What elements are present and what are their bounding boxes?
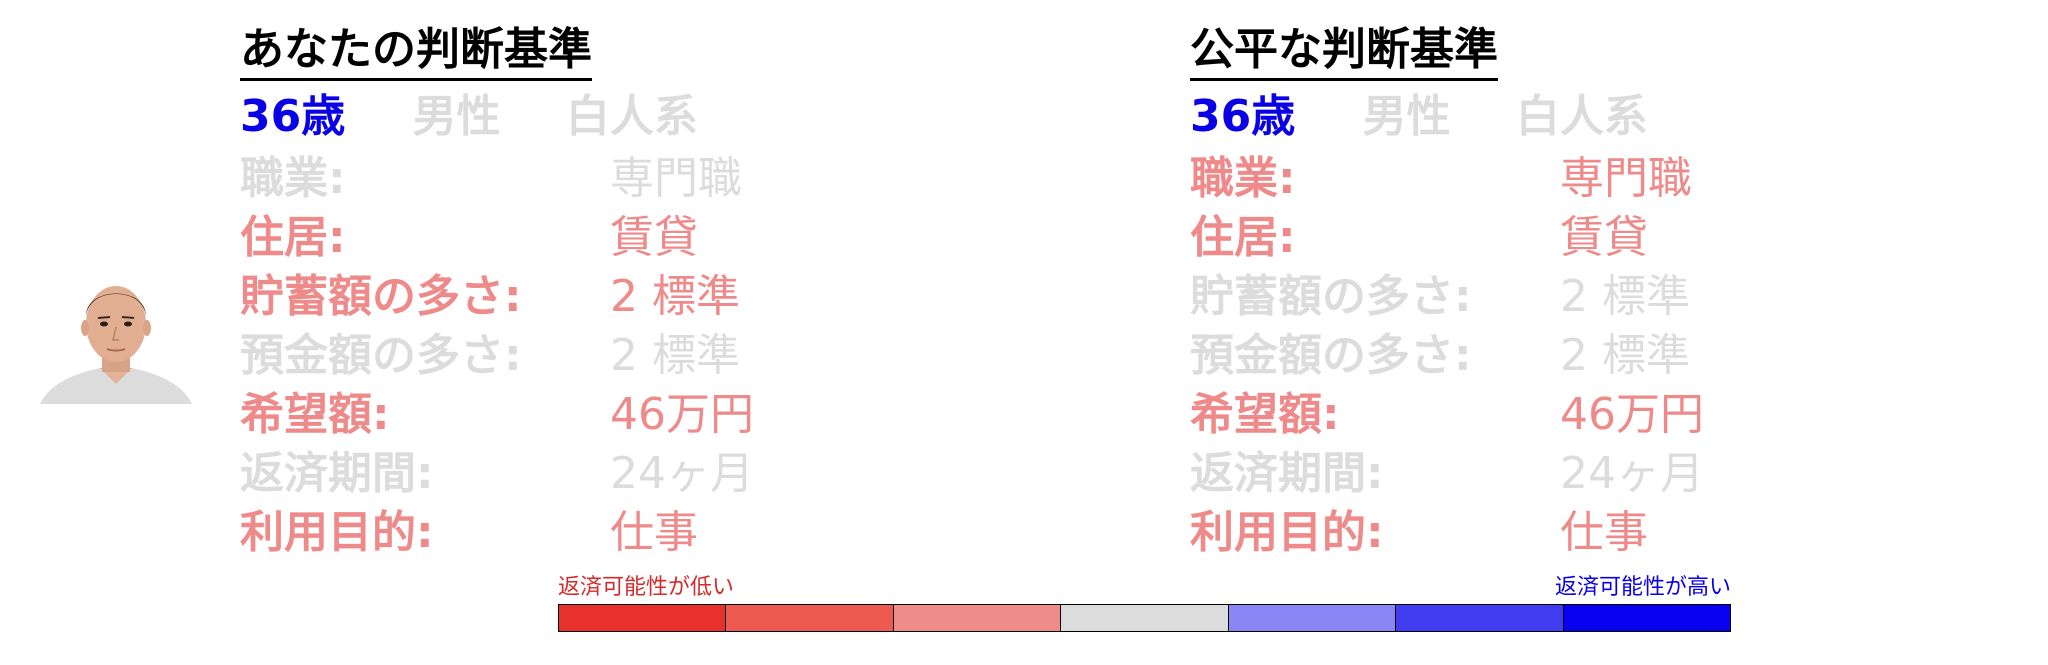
ethnicity-label: 白人系 [565, 91, 698, 142]
attribute-label: 貯蓄額の多さ: [1190, 271, 1472, 322]
attribute-label: 預金額の多さ: [240, 330, 522, 381]
scale-segment [893, 605, 1062, 631]
attribute-label: 職業: [1190, 153, 1296, 204]
attribute-value: 2 標準 [610, 271, 740, 322]
attribute-label: 職業: [240, 153, 346, 204]
attribute-row-housing: 住居: 賃貸 [1190, 208, 1910, 267]
attribute-label: 貯蓄額の多さ: [240, 271, 522, 322]
ethnicity-label: 白人系 [1515, 91, 1648, 142]
attribute-value: 仕事 [1560, 507, 1648, 558]
age-label: 36歳 [240, 91, 346, 142]
panel-title: あなたの判断基準 [240, 22, 592, 81]
attribute-label: 返済期間: [240, 448, 434, 499]
attribute-row-savings: 貯蓄額の多さ: 2 標準 [240, 267, 960, 326]
attribute-label: 返済期間: [1190, 448, 1384, 499]
demographics-row: 36歳 男性 白人系 [1190, 85, 1910, 149]
attribute-label: 希望額: [1190, 389, 1340, 440]
attribute-value: 賃貸 [1560, 212, 1648, 263]
attribute-list: 職業: 専門職 住居: 賃貸 貯蓄額の多さ: 2 標準 預金額の多さ: 2 標準… [240, 149, 960, 562]
attribute-label: 住居: [240, 212, 346, 263]
panel-your-criteria: あなたの判断基準 36歳 男性 白人系 職業: 専門職 住居: 賃貸 貯蓄額の多… [240, 22, 960, 562]
attribute-row-savings: 貯蓄額の多さ: 2 標準 [1190, 267, 1910, 326]
color-scale [558, 604, 1731, 632]
attribute-label: 利用目的: [240, 507, 434, 558]
attribute-row-deposits: 預金額の多さ: 2 標準 [240, 326, 960, 385]
attribute-label: 預金額の多さ: [1190, 330, 1472, 381]
attribute-label: 希望額: [240, 389, 390, 440]
attribute-value: 24ヶ月 [1560, 448, 1704, 499]
attribute-row-occupation: 職業: 専門職 [1190, 149, 1910, 208]
demographics-row: 36歳 男性 白人系 [240, 85, 960, 149]
attribute-list: 職業: 専門職 住居: 賃貸 貯蓄額の多さ: 2 標準 預金額の多さ: 2 標準… [1190, 149, 1910, 562]
scale-segment [1396, 605, 1564, 631]
scale-segment [559, 605, 727, 631]
scale-segment [1061, 605, 1229, 631]
gender-label: 男性 [1362, 91, 1451, 142]
attribute-value: 24ヶ月 [610, 448, 754, 499]
attribute-value: 2 標準 [610, 330, 740, 381]
person-portrait-icon [40, 272, 192, 404]
scale-low-label: 返済可能性が低い [558, 575, 735, 600]
attribute-value: 2 標準 [1560, 271, 1690, 322]
scale-segment [1228, 605, 1397, 631]
attribute-row-purpose: 利用目的: 仕事 [1190, 503, 1910, 562]
attribute-value: 2 標準 [1560, 330, 1690, 381]
attribute-row-amount: 希望額: 46万円 [240, 385, 960, 444]
attribute-value: 46万円 [1560, 389, 1704, 440]
attribute-label: 住居: [1190, 212, 1296, 263]
attribute-value: 専門職 [610, 153, 742, 204]
attribute-row-term: 返済期間: 24ヶ月 [1190, 444, 1910, 503]
attribute-value: 仕事 [610, 507, 698, 558]
age-label: 36歳 [1190, 91, 1296, 142]
scale-segment [1563, 605, 1730, 631]
attribute-row-term: 返済期間: 24ヶ月 [240, 444, 960, 503]
attribute-value: 賃貸 [610, 212, 698, 263]
attribute-value: 専門職 [1560, 153, 1692, 204]
attribute-row-deposits: 預金額の多さ: 2 標準 [1190, 326, 1910, 385]
attribute-row-amount: 希望額: 46万円 [1190, 385, 1910, 444]
panel-fair-criteria: 公平な判断基準 36歳 男性 白人系 職業: 専門職 住居: 賃貸 貯蓄額の多さ… [1190, 22, 1910, 562]
attribute-row-occupation: 職業: 専門職 [240, 149, 960, 208]
gender-label: 男性 [412, 91, 501, 142]
attribute-row-purpose: 利用目的: 仕事 [240, 503, 960, 562]
attribute-row-housing: 住居: 賃貸 [240, 208, 960, 267]
scale-high-label: 返済可能性が高い [1554, 575, 1731, 600]
attribute-label: 利用目的: [1190, 507, 1384, 558]
scale-segment [726, 605, 894, 631]
attribute-value: 46万円 [610, 389, 754, 440]
panel-title: 公平な判断基準 [1190, 22, 1498, 81]
